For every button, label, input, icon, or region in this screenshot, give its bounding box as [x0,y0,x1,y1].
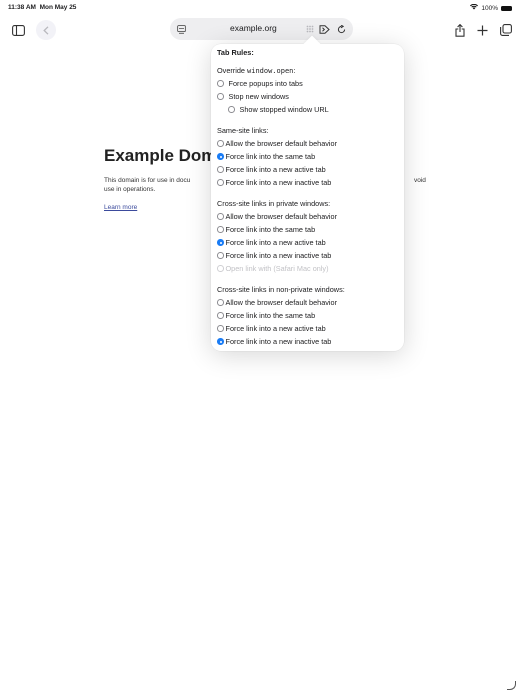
override-section-label: Override window.open: [217,66,296,75]
status-time: 11:38 AM Mon May 25 [8,4,77,11]
sidebar-toggle-icon[interactable] [8,20,28,40]
same-site-default-option[interactable]: Allow the browser default behavior [217,139,337,148]
radio-button-selected[interactable] [217,338,224,345]
cross-nonprivate-inactive-tab-option[interactable]: Force link into a new inactive tab [217,337,331,346]
share-icon[interactable] [450,20,470,40]
battery-icon [501,5,512,11]
tab-rules-popover: Tab Rules: Override window.open: Force p… [211,35,404,351]
learn-more-link[interactable]: Learn more [104,204,137,211]
radio-button-selected[interactable] [217,239,224,246]
radio-button[interactable] [217,140,224,147]
same-site-active-tab-option[interactable]: Force link into a new active tab [217,165,326,174]
wifi-icon [470,3,479,12]
tab-overview-icon[interactable] [496,20,516,40]
cross-private-section-label: Cross-site links in private windows: [217,199,331,208]
show-stopped-url-option[interactable]: Show stopped window URL [228,105,329,114]
cross-private-open-with-option: Open link with (Safari Mac only) [217,264,329,273]
cross-private-active-tab-option[interactable]: Force link into a new active tab [217,238,326,247]
grip-icon [303,22,317,36]
radio-button[interactable] [217,166,224,173]
checkbox[interactable] [217,80,224,87]
cross-private-inactive-tab-option[interactable]: Force link into a new inactive tab [217,251,331,260]
page-heading: Example Doma [104,146,226,165]
new-tab-icon[interactable] [472,20,492,40]
back-button[interactable] [36,20,56,40]
same-site-section-label: Same-site links: [217,126,269,135]
force-popups-option[interactable]: Force popups into tabs [217,79,303,88]
radio-button[interactable] [217,325,224,332]
radio-button[interactable] [217,299,224,306]
reload-icon[interactable] [334,22,348,36]
radio-button[interactable] [217,213,224,220]
checkbox[interactable] [217,93,224,100]
status-bar: 11:38 AM Mon May 25 100% [0,0,522,14]
same-site-inactive-tab-option[interactable]: Force link into a new inactive tab [217,178,331,187]
status-right: 100% [470,3,512,12]
radio-button[interactable] [217,226,224,233]
same-site-same-tab-option[interactable]: Force link into the same tab [217,152,315,161]
radio-button[interactable] [217,312,224,319]
cross-nonprivate-active-tab-option[interactable]: Force link into a new active tab [217,324,326,333]
url-text: example.org [230,23,277,33]
radio-button-selected[interactable] [217,153,224,160]
checkbox[interactable] [228,106,235,113]
cross-private-default-option[interactable]: Allow the browser default behavior [217,212,337,221]
extension-icon[interactable] [317,22,331,36]
cross-private-same-tab-option[interactable]: Force link into the same tab [217,225,315,234]
cross-nonprivate-section-label: Cross-site links in non-private windows: [217,285,345,294]
cross-nonprivate-same-tab-option[interactable]: Force link into the same tab [217,311,315,320]
page-menu-icon[interactable] [174,22,188,36]
popover-title: Tab Rules: [217,48,254,57]
stop-new-windows-option[interactable]: Stop new windows [217,92,289,101]
cross-nonprivate-default-option[interactable]: Allow the browser default behavior [217,298,337,307]
address-bar[interactable]: example.org [170,18,353,40]
radio-button-disabled [217,265,224,272]
radio-button[interactable] [217,179,224,186]
battery-percent: 100% [481,4,498,12]
radio-button[interactable] [217,252,224,259]
